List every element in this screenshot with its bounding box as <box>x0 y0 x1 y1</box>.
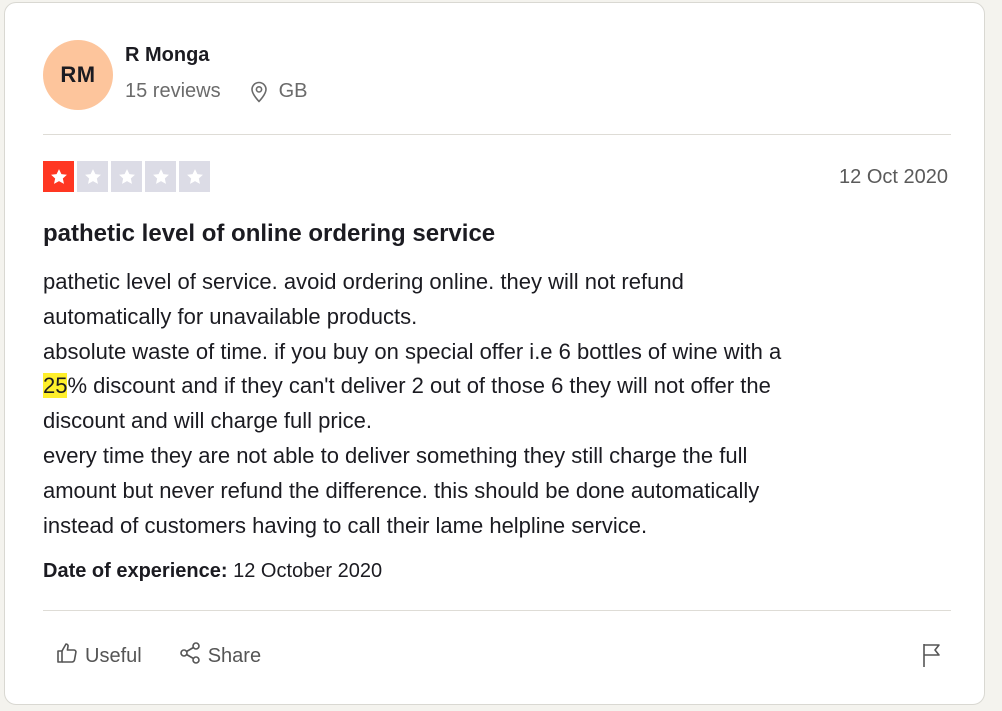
review-body-line: every time they are not able to deliver … <box>43 442 748 468</box>
star-icon <box>111 161 142 192</box>
review-body-line: discount and will charge full price. <box>43 408 372 434</box>
star-icon <box>43 161 74 192</box>
review-actions: Useful Share <box>55 641 261 671</box>
thumbs-up-icon <box>55 641 79 671</box>
author-name[interactable]: R Monga <box>125 44 209 67</box>
date-of-experience: Date of experience: 12 October 2020 <box>43 560 382 583</box>
useful-button[interactable]: Useful <box>55 641 142 671</box>
review-body-line: pathetic level of service. avoid orderin… <box>43 269 684 294</box>
review-body-text: % discount and if they can't deliver 2 o… <box>67 373 771 399</box>
author-location: GB <box>278 80 308 102</box>
review-body-line: automatically for unavailable products. <box>43 303 418 329</box>
location-pin-icon <box>249 81 269 103</box>
flag-icon[interactable] <box>920 641 944 674</box>
review-body-line: instead of customers having to call thei… <box>43 512 648 538</box>
highlighted-text: 25 <box>43 373 68 399</box>
review-body-line: absolute waste of time. if you buy on sp… <box>43 338 782 364</box>
divider <box>43 610 951 611</box>
experience-date: 12 October 2020 <box>233 560 383 582</box>
review-title[interactable]: pathetic level of online ordering servic… <box>43 220 495 248</box>
share-label: Share <box>207 644 262 667</box>
review-body: pathetic level of service. avoid orderin… <box>43 265 943 543</box>
star-icon <box>145 161 176 192</box>
star-rating <box>43 161 210 192</box>
review-date: 12 Oct 2020 <box>839 166 948 188</box>
review-card: RM R Monga 15 reviews GB 12 Oct 2020 pat… <box>4 2 985 705</box>
review-body-line: 25% discount and if they can't deliver 2… <box>43 369 943 404</box>
avatar-initials: RM <box>60 62 96 87</box>
star-icon <box>179 161 210 192</box>
share-button[interactable]: Share <box>178 641 261 671</box>
share-icon <box>178 641 202 671</box>
avatar[interactable]: RM <box>43 40 113 110</box>
author-meta: 15 reviews GB <box>125 80 308 103</box>
experience-label: Date of experience: <box>43 560 228 582</box>
review-count: 15 reviews <box>125 80 221 102</box>
star-icon <box>77 161 108 192</box>
review-body-line: amount but never refund the difference. … <box>43 477 760 503</box>
divider <box>43 134 951 135</box>
useful-label: Useful <box>85 644 142 667</box>
